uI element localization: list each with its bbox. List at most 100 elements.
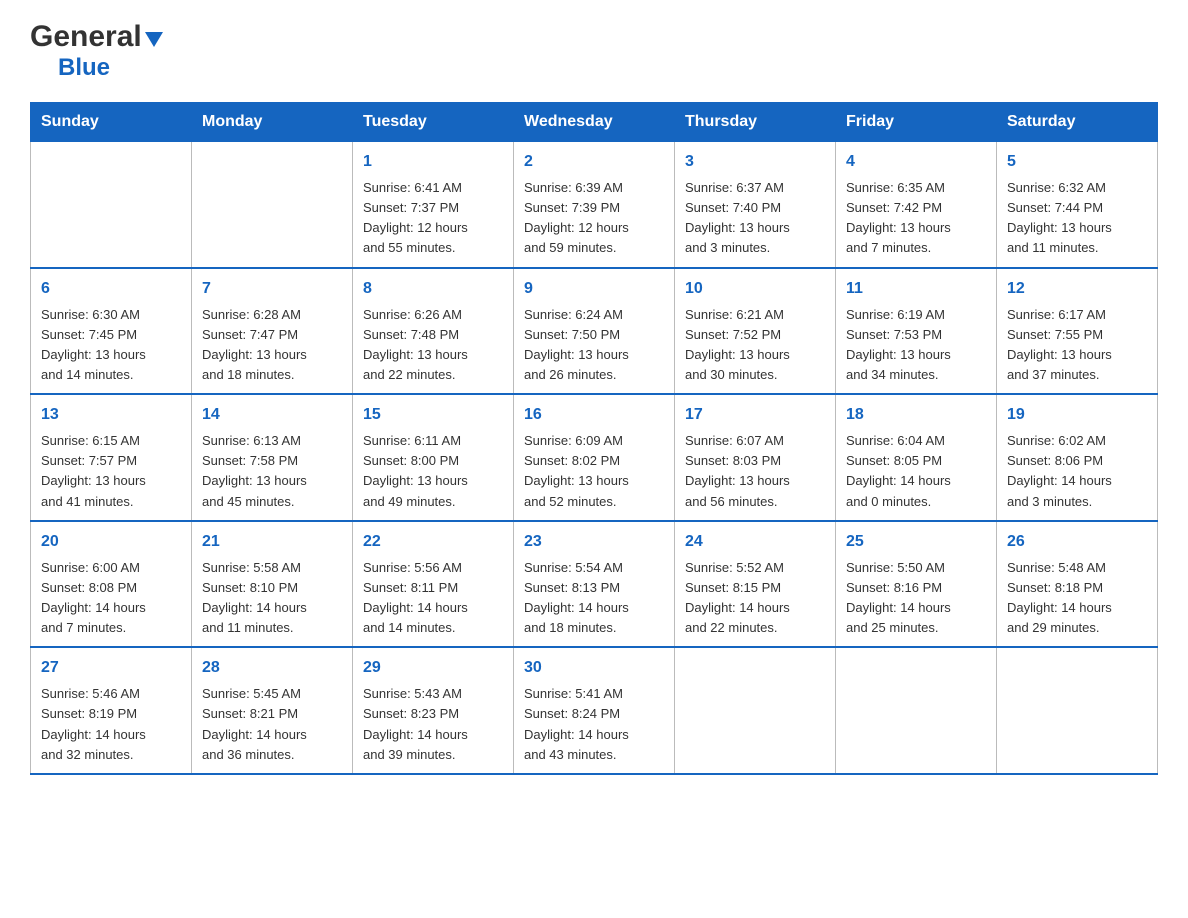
day-number: 16 xyxy=(524,403,664,427)
day-info: Sunrise: 6:19 AM Sunset: 7:53 PM Dayligh… xyxy=(846,305,986,386)
header-day-monday: Monday xyxy=(192,103,353,142)
calendar-cell: 11 Sunrise: 6:19 AM Sunset: 7:53 PM Dayli… xyxy=(836,268,997,395)
day-info: Sunrise: 5:41 AM Sunset: 8:24 PM Dayligh… xyxy=(524,684,664,765)
day-info: Sunrise: 5:52 AM Sunset: 8:15 PM Dayligh… xyxy=(685,558,825,639)
calendar-cell: 30Sunrise: 5:41 AM Sunset: 8:24 PM Dayli… xyxy=(514,647,675,774)
day-number: 15 xyxy=(363,403,503,427)
calendar-week-row: 1 Sunrise: 6:41 AM Sunset: 7:37 PM Daylig… xyxy=(31,142,1158,268)
day-number: 7 xyxy=(202,277,342,301)
day-info: Sunrise: 6:26 AM Sunset: 7:48 PM Dayligh… xyxy=(363,305,503,386)
day-info: Sunrise: 6:11 AM Sunset: 8:00 PM Dayligh… xyxy=(363,431,503,512)
calendar-cell: 16 Sunrise: 6:09 AM Sunset: 8:02 PM Dayli… xyxy=(514,394,675,521)
calendar-cell xyxy=(31,142,192,268)
day-info: Sunrise: 5:56 AM Sunset: 8:11 PM Dayligh… xyxy=(363,558,503,639)
day-info: Sunrise: 5:50 AM Sunset: 8:16 PM Dayligh… xyxy=(846,558,986,639)
day-info: Sunrise: 6:02 AM Sunset: 8:06 PM Dayligh… xyxy=(1007,431,1147,512)
calendar-week-row: 20 Sunrise: 6:00 AM Sunset: 8:08 PM Dayli… xyxy=(31,521,1158,648)
calendar-cell: 2 Sunrise: 6:39 AM Sunset: 7:39 PM Daylig… xyxy=(514,142,675,268)
day-info: Sunrise: 6:24 AM Sunset: 7:50 PM Dayligh… xyxy=(524,305,664,386)
day-number: 25 xyxy=(846,530,986,554)
calendar-cell: 13 Sunrise: 6:15 AM Sunset: 7:57 PM Dayli… xyxy=(31,394,192,521)
calendar-cell: 15 Sunrise: 6:11 AM Sunset: 8:00 PM Dayli… xyxy=(353,394,514,521)
calendar-cell: 9 Sunrise: 6:24 AM Sunset: 7:50 PM Daylig… xyxy=(514,268,675,395)
calendar-cell: 14 Sunrise: 6:13 AM Sunset: 7:58 PM Dayli… xyxy=(192,394,353,521)
day-number: 1 xyxy=(363,150,503,174)
calendar-header-row: SundayMondayTuesdayWednesdayThursdayFrid… xyxy=(31,103,1158,142)
calendar-cell: 18 Sunrise: 6:04 AM Sunset: 8:05 PM Dayli… xyxy=(836,394,997,521)
calendar-cell: 27Sunrise: 5:46 AM Sunset: 8:19 PM Dayli… xyxy=(31,647,192,774)
day-number: 3 xyxy=(685,150,825,174)
day-number: 13 xyxy=(41,403,181,427)
day-number: 26 xyxy=(1007,530,1147,554)
header-day-friday: Friday xyxy=(836,103,997,142)
logo: General Blue xyxy=(30,20,163,82)
calendar-cell xyxy=(192,142,353,268)
day-number: 12 xyxy=(1007,277,1147,301)
day-info: Sunrise: 5:43 AM Sunset: 8:23 PM Dayligh… xyxy=(363,684,503,765)
calendar-week-row: 6 Sunrise: 6:30 AM Sunset: 7:45 PM Daylig… xyxy=(31,268,1158,395)
header-day-saturday: Saturday xyxy=(997,103,1158,142)
calendar-cell: 26 Sunrise: 5:48 AM Sunset: 8:18 PM Dayli… xyxy=(997,521,1158,648)
calendar-cell: 8 Sunrise: 6:26 AM Sunset: 7:48 PM Daylig… xyxy=(353,268,514,395)
page-header: General Blue xyxy=(30,20,1158,82)
day-info: Sunrise: 6:28 AM Sunset: 7:47 PM Dayligh… xyxy=(202,305,342,386)
day-number: 29 xyxy=(363,656,503,680)
day-number: 27 xyxy=(41,656,181,680)
calendar-cell: 17 Sunrise: 6:07 AM Sunset: 8:03 PM Dayli… xyxy=(675,394,836,521)
day-info: Sunrise: 6:41 AM Sunset: 7:37 PM Dayligh… xyxy=(363,178,503,259)
header-day-thursday: Thursday xyxy=(675,103,836,142)
day-number: 24 xyxy=(685,530,825,554)
day-number: 17 xyxy=(685,403,825,427)
logo-general: General xyxy=(30,20,142,54)
day-number: 23 xyxy=(524,530,664,554)
calendar-cell xyxy=(675,647,836,774)
day-number: 9 xyxy=(524,277,664,301)
day-number: 20 xyxy=(41,530,181,554)
calendar-cell: 7 Sunrise: 6:28 AM Sunset: 7:47 PM Daylig… xyxy=(192,268,353,395)
calendar-cell: 22 Sunrise: 5:56 AM Sunset: 8:11 PM Dayli… xyxy=(353,521,514,648)
day-number: 2 xyxy=(524,150,664,174)
calendar-cell: 20 Sunrise: 6:00 AM Sunset: 8:08 PM Dayli… xyxy=(31,521,192,648)
day-info: Sunrise: 5:58 AM Sunset: 8:10 PM Dayligh… xyxy=(202,558,342,639)
day-number: 28 xyxy=(202,656,342,680)
day-info: Sunrise: 5:48 AM Sunset: 8:18 PM Dayligh… xyxy=(1007,558,1147,639)
day-info: Sunrise: 6:15 AM Sunset: 7:57 PM Dayligh… xyxy=(41,431,181,512)
calendar-cell: 24 Sunrise: 5:52 AM Sunset: 8:15 PM Dayli… xyxy=(675,521,836,648)
day-info: Sunrise: 6:13 AM Sunset: 7:58 PM Dayligh… xyxy=(202,431,342,512)
day-number: 21 xyxy=(202,530,342,554)
day-number: 5 xyxy=(1007,150,1147,174)
day-number: 6 xyxy=(41,277,181,301)
calendar-cell: 21 Sunrise: 5:58 AM Sunset: 8:10 PM Dayli… xyxy=(192,521,353,648)
calendar-cell: 28 Sunrise: 5:45 AM Sunset: 8:21 PM Dayli… xyxy=(192,647,353,774)
day-info: Sunrise: 6:09 AM Sunset: 8:02 PM Dayligh… xyxy=(524,431,664,512)
calendar-cell: 1 Sunrise: 6:41 AM Sunset: 7:37 PM Daylig… xyxy=(353,142,514,268)
day-info: Sunrise: 6:30 AM Sunset: 7:45 PM Dayligh… xyxy=(41,305,181,386)
day-info: Sunrise: 5:45 AM Sunset: 8:21 PM Dayligh… xyxy=(202,684,342,765)
day-info: Sunrise: 5:54 AM Sunset: 8:13 PM Dayligh… xyxy=(524,558,664,639)
header-day-sunday: Sunday xyxy=(31,103,192,142)
day-info: Sunrise: 6:37 AM Sunset: 7:40 PM Dayligh… xyxy=(685,178,825,259)
calendar-cell: 10Sunrise: 6:21 AM Sunset: 7:52 PM Dayli… xyxy=(675,268,836,395)
calendar-week-row: 27Sunrise: 5:46 AM Sunset: 8:19 PM Dayli… xyxy=(31,647,1158,774)
logo-blue: Blue xyxy=(58,54,110,82)
calendar-cell: 19 Sunrise: 6:02 AM Sunset: 8:06 PM Dayli… xyxy=(997,394,1158,521)
logo-triangle-icon xyxy=(145,32,163,47)
calendar-cell: 6 Sunrise: 6:30 AM Sunset: 7:45 PM Daylig… xyxy=(31,268,192,395)
day-info: Sunrise: 6:39 AM Sunset: 7:39 PM Dayligh… xyxy=(524,178,664,259)
day-number: 14 xyxy=(202,403,342,427)
header-day-wednesday: Wednesday xyxy=(514,103,675,142)
day-info: Sunrise: 6:00 AM Sunset: 8:08 PM Dayligh… xyxy=(41,558,181,639)
day-number: 22 xyxy=(363,530,503,554)
day-info: Sunrise: 6:07 AM Sunset: 8:03 PM Dayligh… xyxy=(685,431,825,512)
calendar-cell: 12 Sunrise: 6:17 AM Sunset: 7:55 PM Dayli… xyxy=(997,268,1158,395)
day-info: Sunrise: 6:32 AM Sunset: 7:44 PM Dayligh… xyxy=(1007,178,1147,259)
day-number: 19 xyxy=(1007,403,1147,427)
day-info: Sunrise: 6:17 AM Sunset: 7:55 PM Dayligh… xyxy=(1007,305,1147,386)
day-number: 8 xyxy=(363,277,503,301)
calendar-table: SundayMondayTuesdayWednesdayThursdayFrid… xyxy=(30,102,1158,775)
day-number: 11 xyxy=(846,277,986,301)
day-info: Sunrise: 6:04 AM Sunset: 8:05 PM Dayligh… xyxy=(846,431,986,512)
calendar-week-row: 13 Sunrise: 6:15 AM Sunset: 7:57 PM Dayli… xyxy=(31,394,1158,521)
header-day-tuesday: Tuesday xyxy=(353,103,514,142)
day-number: 18 xyxy=(846,403,986,427)
